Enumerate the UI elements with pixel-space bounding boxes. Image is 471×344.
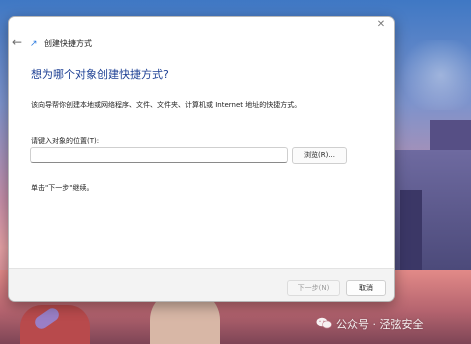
close-icon[interactable]: ✕ bbox=[372, 17, 390, 33]
browse-button[interactable]: 浏览(R)... bbox=[292, 147, 347, 164]
cancel-button[interactable]: 取消 bbox=[346, 280, 386, 296]
watermark-text: 公众号 · 泾弦安全 bbox=[336, 318, 424, 331]
dialog-title: 创建快捷方式 bbox=[44, 39, 92, 48]
background-building bbox=[400, 190, 422, 270]
location-label: 请键入对象的位置(T): bbox=[31, 137, 100, 145]
continue-hint: 单击"下一步"继续。 bbox=[31, 184, 94, 192]
location-input[interactable] bbox=[30, 147, 288, 163]
watermark: 公众号 · 泾弦安全 bbox=[316, 316, 424, 332]
next-button[interactable]: 下一步(N) bbox=[287, 280, 340, 296]
back-arrow-icon[interactable]: ← bbox=[12, 35, 22, 49]
wizard-description: 该向导帮你创建本地或网络程序、文件、文件夹、计算机或 Internet 地址的快… bbox=[31, 101, 302, 109]
shortcut-wizard-icon: ↗ bbox=[30, 39, 38, 49]
background-cloud bbox=[395, 40, 471, 110]
page-heading: 想为哪个对象创建快捷方式? bbox=[31, 68, 169, 81]
wechat-icon bbox=[316, 317, 332, 329]
